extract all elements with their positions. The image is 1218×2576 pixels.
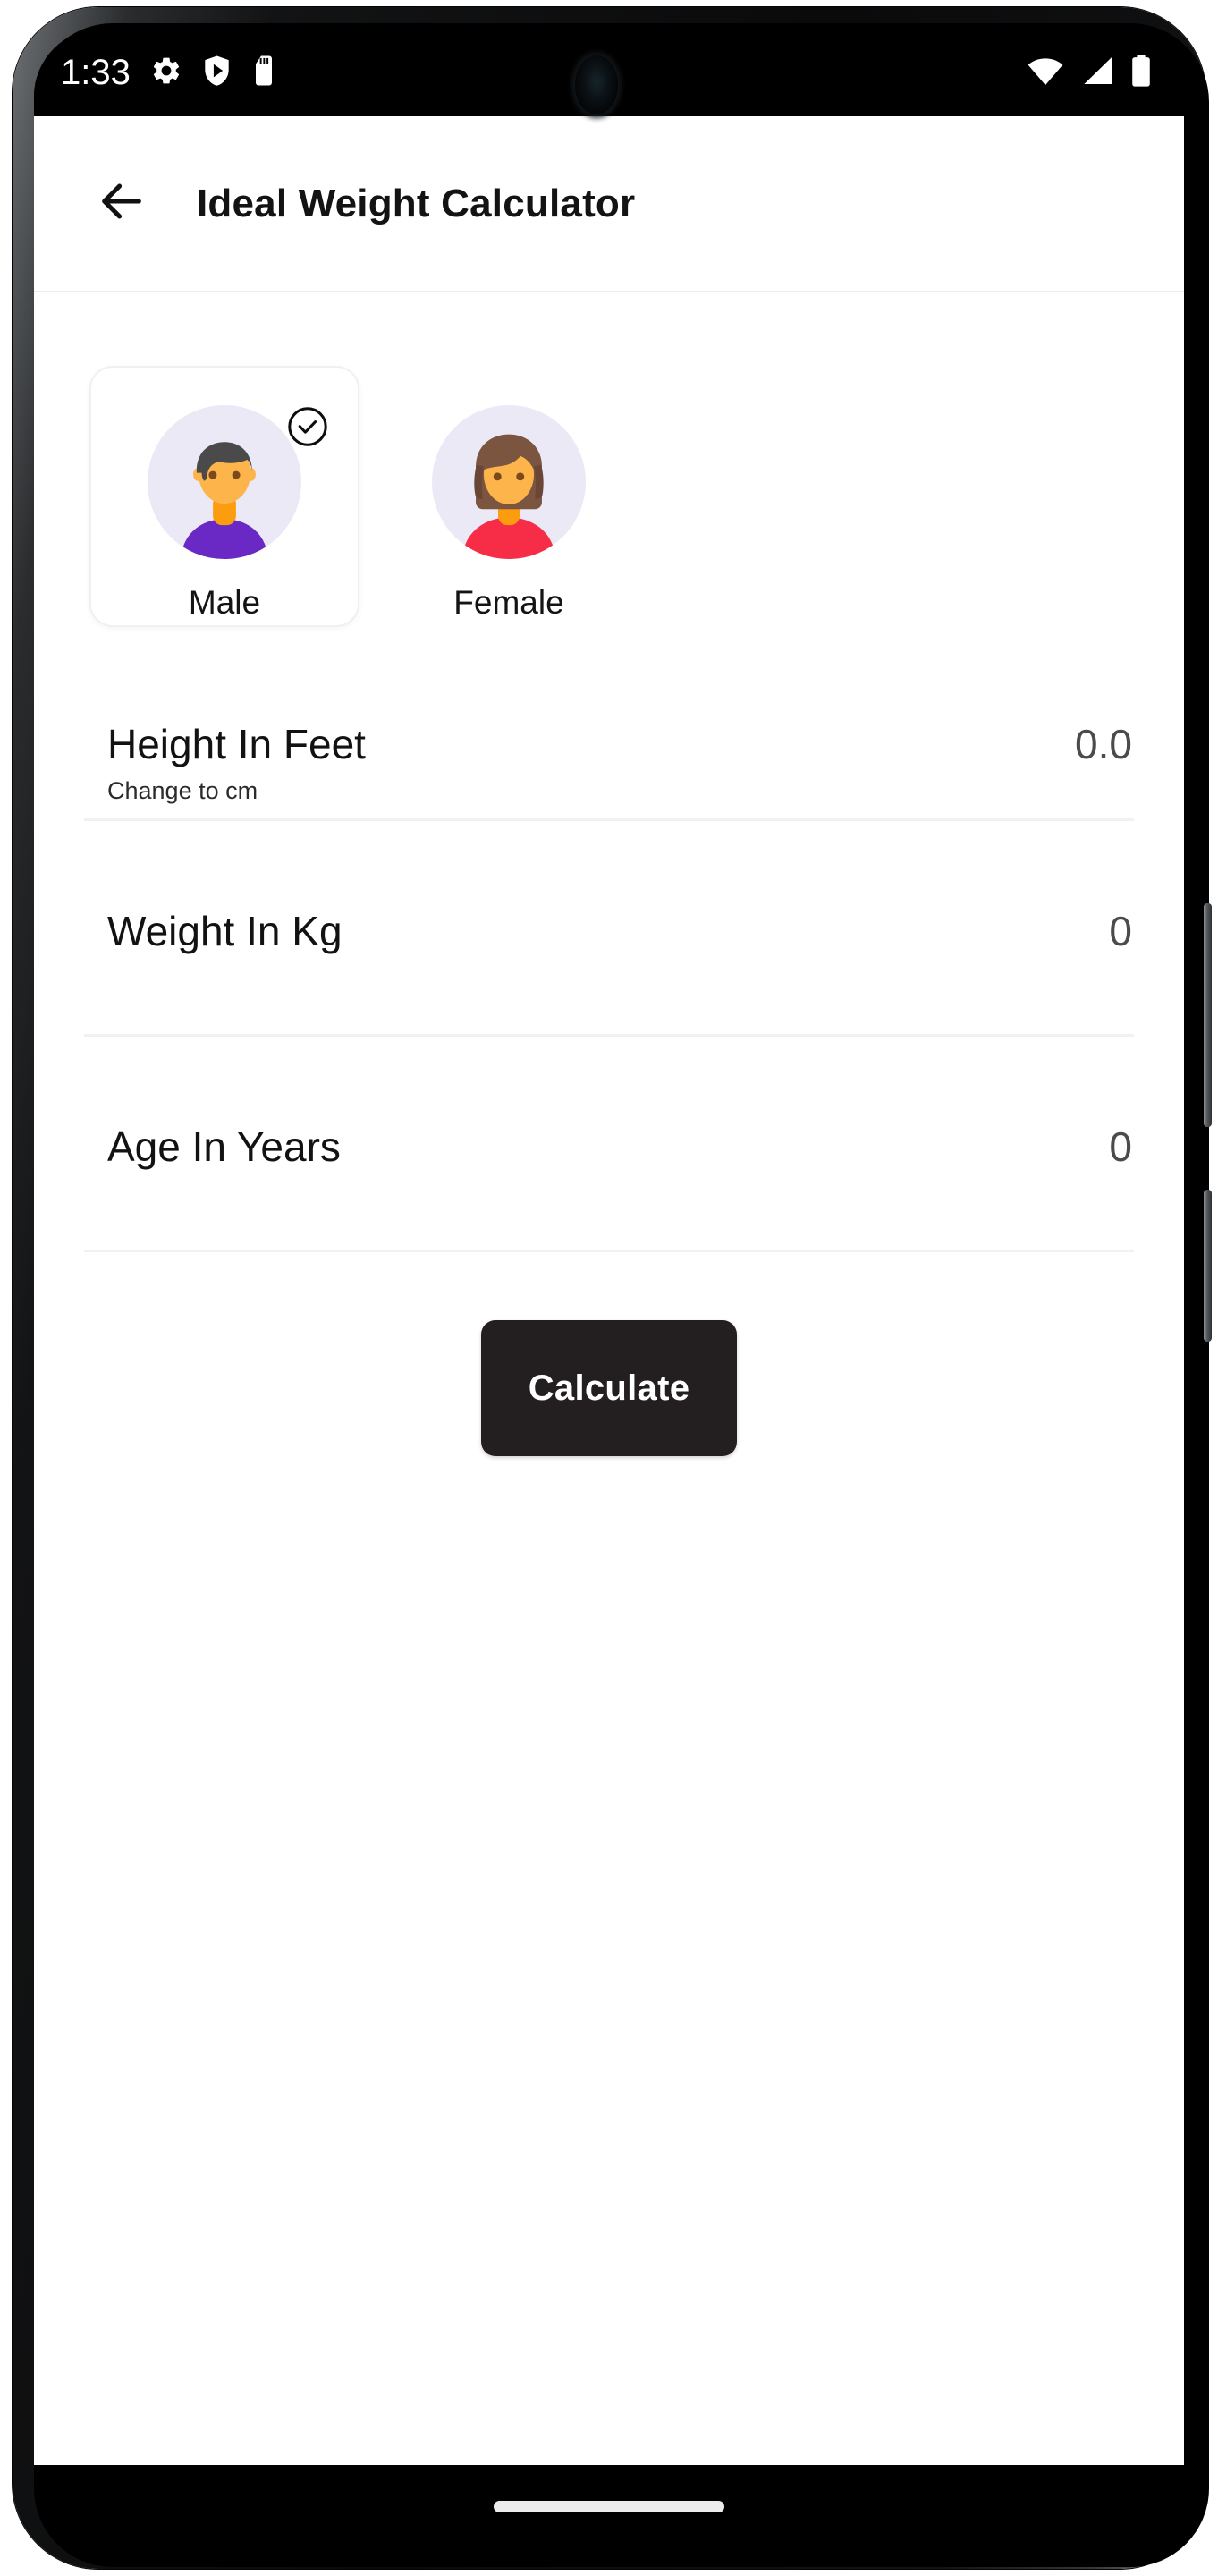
change-unit-link[interactable]: Change to cm xyxy=(107,777,1134,805)
wifi-icon xyxy=(1027,55,1064,90)
status-bar-left: 1:33 xyxy=(61,53,276,93)
gender-label-male: Male xyxy=(188,584,261,621)
field-value-weight[interactable]: 0 xyxy=(1109,907,1132,955)
home-gesture-pill[interactable] xyxy=(494,2500,724,2512)
back-button[interactable] xyxy=(88,170,156,238)
field-row-weight[interactable]: Weight In Kg 0 xyxy=(84,821,1134,1037)
status-time: 1:33 xyxy=(61,52,131,92)
power-button[interactable] xyxy=(1204,903,1212,1127)
gender-label-female: Female xyxy=(453,584,564,621)
field-row-age[interactable]: Age In Years 0 xyxy=(84,1037,1134,1252)
gear-icon xyxy=(150,55,182,91)
field-label-age: Age In Years xyxy=(107,1123,341,1170)
input-fields: Height In Feet 0.0 Change to cm Weight I… xyxy=(34,663,1184,1252)
app-bar: Ideal Weight Calculator xyxy=(34,116,1184,292)
sd-card-icon xyxy=(251,55,276,91)
field-weight-main: Weight In Kg 0 xyxy=(84,821,1134,955)
gender-option-female[interactable]: Female xyxy=(374,366,644,627)
app-content: Ideal Weight Calculator Male Female Heig… xyxy=(34,116,1184,2465)
volume-button[interactable] xyxy=(1204,1190,1212,1342)
field-label-weight: Weight In Kg xyxy=(107,908,343,954)
field-row-height[interactable]: Height In Feet 0.0 Change to cm xyxy=(84,663,1134,821)
gender-option-male[interactable]: Male xyxy=(89,366,359,627)
shield-icon xyxy=(202,55,232,91)
calculate-button-container: Calculate xyxy=(34,1320,1184,1456)
cellular-signal-icon xyxy=(1079,55,1115,90)
system-navigation-bar xyxy=(34,2465,1184,2547)
battery-icon xyxy=(1130,54,1152,92)
calculate-button[interactable]: Calculate xyxy=(481,1320,737,1456)
field-height-main: Height In Feet 0.0 xyxy=(84,663,1134,768)
arrow-left-icon xyxy=(96,175,148,232)
field-value-height[interactable]: 0.0 xyxy=(1075,720,1132,768)
gender-selector: Male Female xyxy=(34,366,1184,636)
female-avatar-icon xyxy=(432,405,586,559)
page-title: Ideal Weight Calculator xyxy=(197,181,636,225)
field-label-height: Height In Feet xyxy=(107,721,366,767)
field-value-age[interactable]: 0 xyxy=(1109,1123,1132,1171)
male-avatar-icon xyxy=(148,405,301,559)
field-age-main: Age In Years 0 xyxy=(84,1037,1134,1171)
check-circle-icon xyxy=(286,405,329,448)
phone-screen: 1:33 Ideal Weight Calculator Male Female… xyxy=(34,29,1184,2547)
front-camera-punch-hole xyxy=(575,55,618,114)
status-bar-right xyxy=(1027,54,1152,92)
